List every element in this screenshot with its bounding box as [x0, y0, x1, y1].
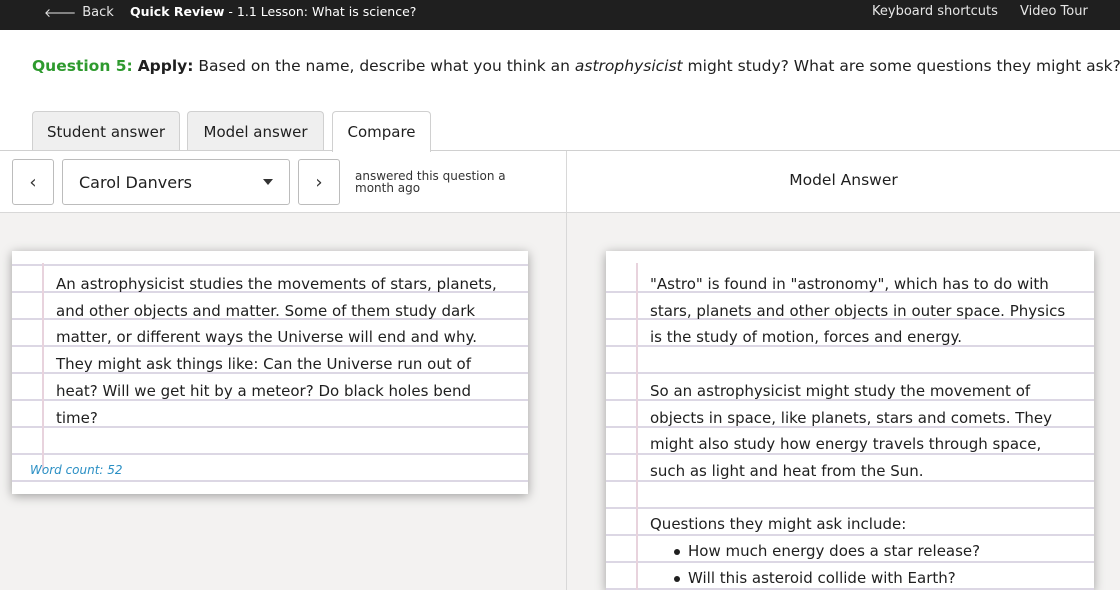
question-text-start: Based on the name, describe what you thi…	[193, 57, 575, 75]
list-item: How much energy does a star release?	[650, 538, 1072, 565]
question-text-italic: astrophysicist	[574, 57, 683, 75]
word-count: Word count: 52	[30, 463, 123, 477]
compare-header: ‹ Carol Danvers › answered this question…	[0, 151, 1120, 213]
caret-down-icon	[263, 179, 273, 185]
model-answer-paragraph: "Astro" is found in "astronomy", which h…	[650, 275, 1066, 347]
video-tour-link[interactable]: Video Tour	[1020, 4, 1088, 19]
selected-student-name: Carol Danvers	[79, 172, 193, 192]
question-type: Apply:	[137, 57, 194, 75]
student-answer-panel: An astrophysicist studies the movements …	[0, 213, 566, 590]
list-item: Will this asteroid collide with Earth?	[650, 565, 1072, 590]
back-label: Back	[82, 4, 114, 20]
back-button[interactable]: 🡐 Back	[44, 3, 114, 21]
breadcrumb: Quick Review - 1.1 Lesson: What is scien…	[130, 4, 416, 19]
keyboard-shortcuts-link[interactable]: Keyboard shortcuts	[872, 4, 998, 19]
student-select[interactable]: Carol Danvers	[62, 159, 290, 205]
model-answer-panel: "Astro" is found in "astronomy", which h…	[567, 213, 1120, 590]
question-text-end: might study? What are some questions the…	[682, 57, 1120, 75]
next-student-button[interactable]: ›	[298, 159, 340, 205]
breadcrumb-lesson: - 1.1 Lesson: What is science?	[224, 4, 417, 19]
student-answer-text: An astrophysicist studies the movements …	[56, 275, 497, 427]
answered-timestamp: answered this question a month ago	[355, 169, 506, 195]
tab-student-answer[interactable]: Student answer	[32, 111, 180, 151]
model-answer-paragraph: So an astrophysicist might study the mov…	[650, 381, 1053, 480]
question-prompt: Question 5: Apply: Based on the name, de…	[32, 57, 1120, 75]
paper-margin-line	[636, 263, 638, 590]
student-answer-paper: An astrophysicist studies the movements …	[12, 251, 528, 494]
tab-compare[interactable]: Compare	[332, 111, 431, 152]
question-number: Question 5:	[32, 57, 133, 75]
model-answer-paragraph: Questions they might ask include:	[650, 515, 907, 534]
model-answer-text: "Astro" is found in "astronomy", which h…	[650, 271, 1072, 590]
top-bar: 🡐 Back Quick Review - 1.1 Lesson: What i…	[0, 0, 1120, 30]
model-answer-paper: "Astro" is found in "astronomy", which h…	[606, 251, 1094, 590]
chevron-left-icon: ‹	[29, 171, 37, 193]
breadcrumb-course: Quick Review	[130, 4, 225, 19]
chevron-right-icon: ›	[315, 171, 323, 193]
arrow-left-icon: 🡐	[44, 5, 77, 20]
tab-model-answer[interactable]: Model answer	[187, 111, 324, 151]
paper-margin-line	[42, 263, 44, 471]
model-answer-heading: Model Answer	[789, 171, 898, 189]
previous-student-button[interactable]: ‹	[12, 159, 54, 205]
